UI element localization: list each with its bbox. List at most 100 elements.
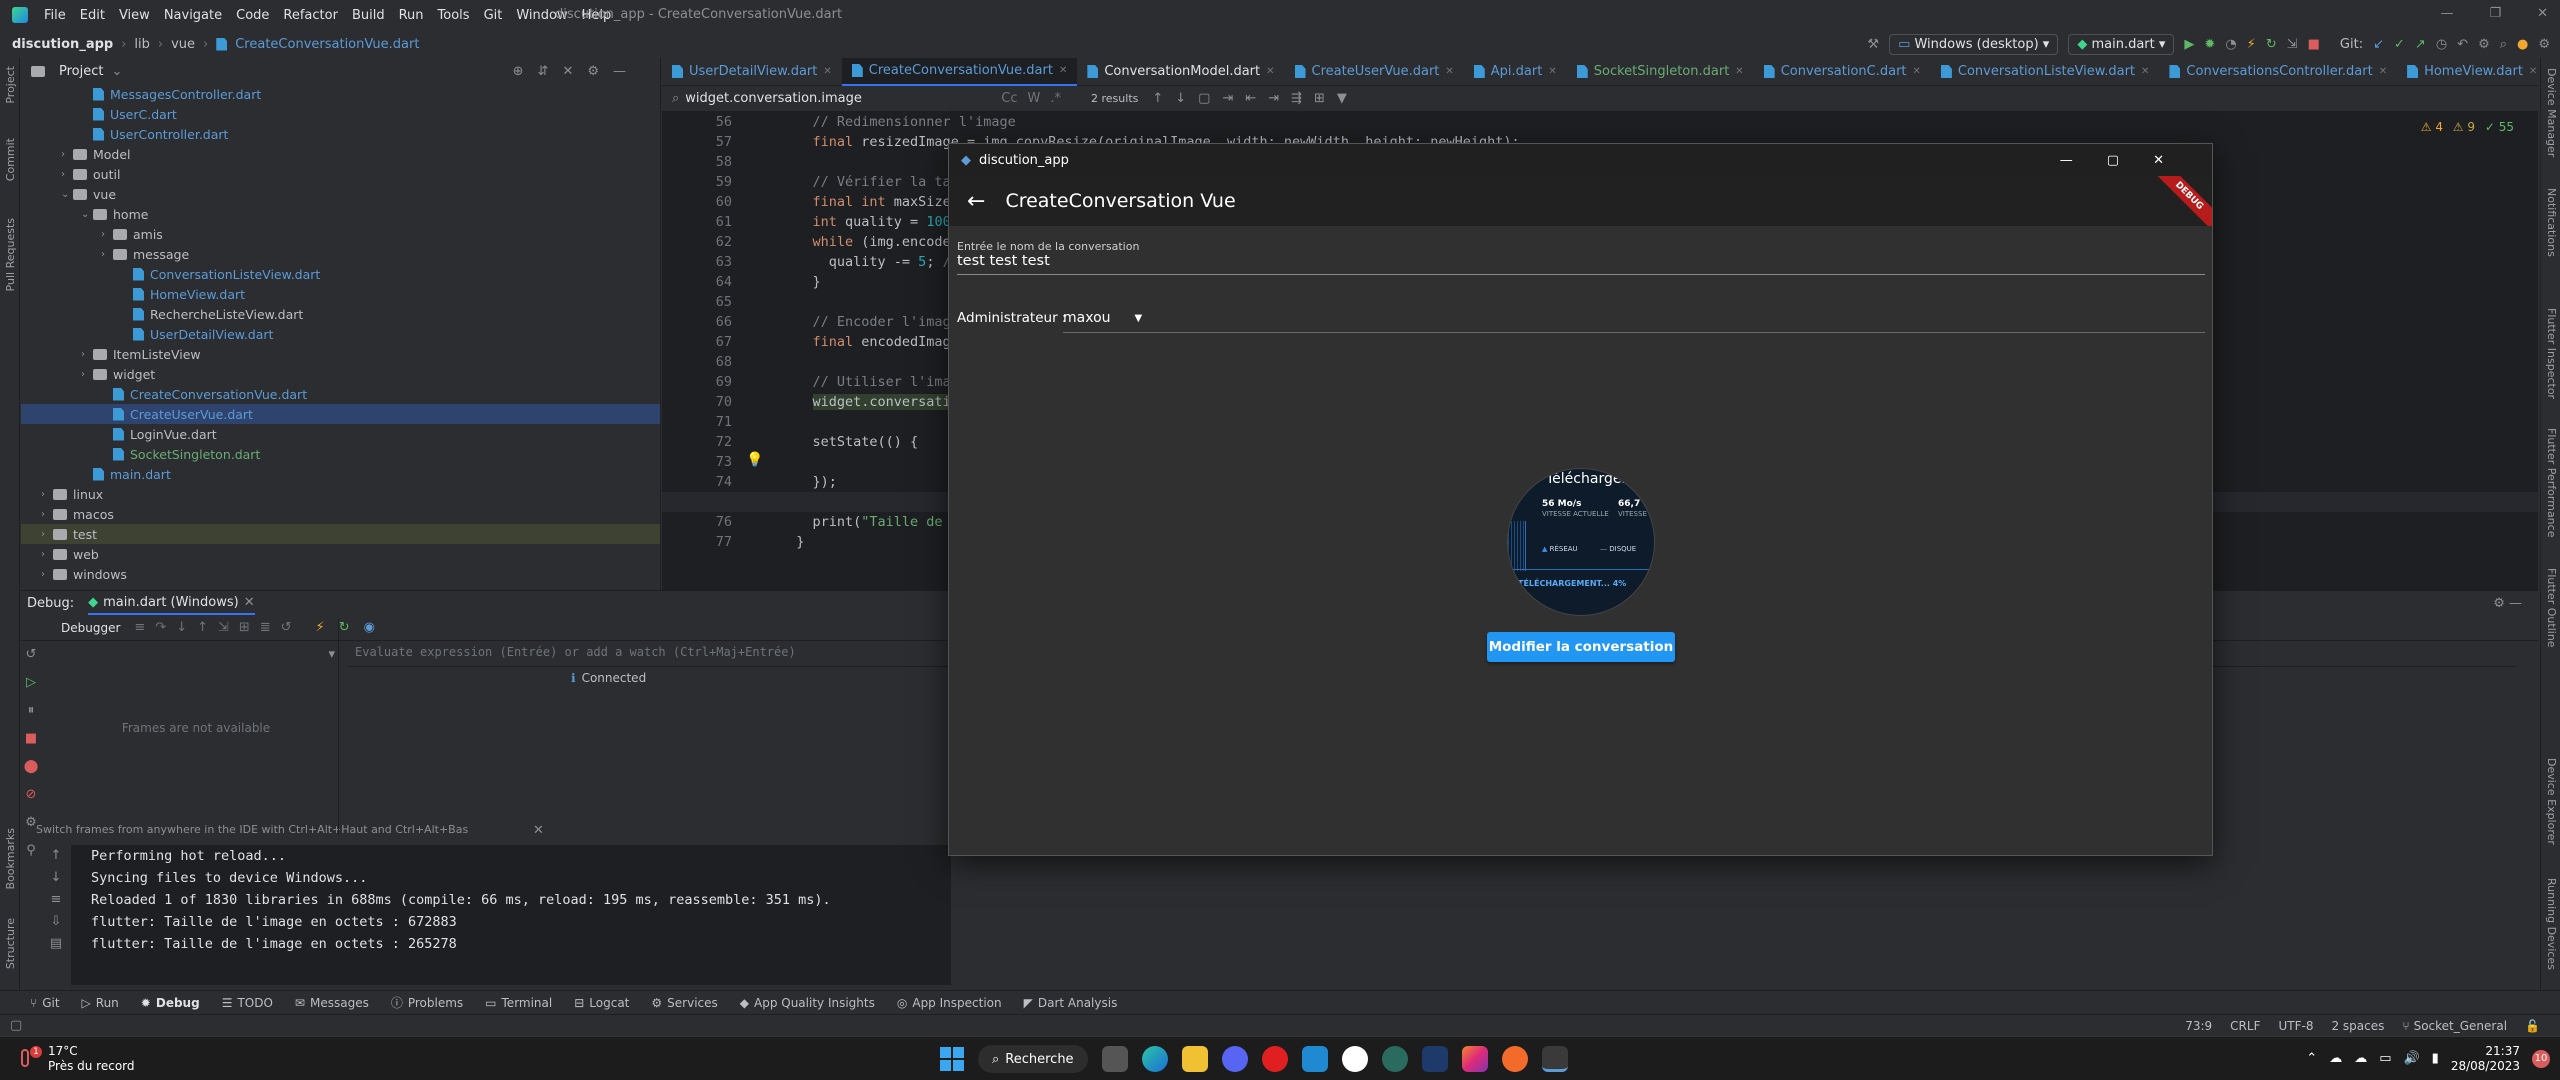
line-separator[interactable]: CRLF [2230, 1019, 2260, 1033]
chevron-right-icon[interactable]: › [41, 529, 53, 540]
menu-build[interactable]: Build [352, 8, 385, 23]
close-tab-icon[interactable]: ✕ [1059, 65, 1067, 76]
tree-file[interactable]: CreateConversationVue.dart [21, 384, 660, 404]
inspections-widget[interactable]: ⚠ 4 ⚠ 9 ✓ 55 [2421, 120, 2514, 134]
caret-position[interactable]: 73:9 [2185, 1019, 2212, 1033]
devtools-icon[interactable]: ◉ [364, 620, 375, 635]
commit-tool-button[interactable]: Commit [4, 138, 17, 181]
tree-folder[interactable]: › test [21, 524, 660, 544]
onedrive-icon[interactable]: ☁ [2329, 1051, 2342, 1066]
network-icon[interactable]: ▭ [2379, 1051, 2391, 1066]
chevron-right-icon[interactable]: › [81, 349, 93, 360]
breadcrumb-vue[interactable]: vue [171, 37, 195, 52]
chevron-down-icon[interactable]: ⌄ [111, 64, 122, 79]
problems-tool-button[interactable]: ⓘ Problems [391, 994, 463, 1011]
instagram-icon[interactable] [1462, 1046, 1488, 1072]
file-explorer-icon[interactable] [1182, 1046, 1208, 1072]
tree-folder[interactable]: › linux [21, 484, 660, 504]
back-arrow-icon[interactable]: ← [967, 189, 985, 214]
todo-tool-button[interactable]: ☰ TODO [222, 996, 273, 1010]
remote-desktop-icon[interactable] [1422, 1046, 1448, 1072]
close-icon[interactable]: ✕ [2153, 153, 2198, 168]
editor-tab[interactable]: UserDetailView.dart ✕ [662, 58, 842, 86]
chevron-right-icon[interactable]: › [101, 229, 113, 240]
tree-folder[interactable]: › windows [21, 564, 660, 584]
git-push-icon[interactable]: ↗ [2415, 37, 2426, 52]
chevron-right-icon[interactable]: › [61, 149, 73, 160]
onedrive-personal-icon[interactable]: ☁ [2354, 1051, 2367, 1066]
tree-folder[interactable]: ⌄ vue [21, 184, 660, 204]
terminal-tool-button[interactable]: ▭ Terminal [485, 996, 552, 1010]
tree-folder[interactable]: › Model [21, 144, 660, 164]
dart-analysis-tool-button[interactable]: ◤ Dart Analysis [1024, 996, 1118, 1010]
indent-setting[interactable]: 2 spaces [2331, 1019, 2384, 1033]
flutter-performance-tool-button[interactable]: Flutter Performance [2545, 428, 2558, 537]
running-devices-tool-button[interactable]: Running Devices [2545, 878, 2558, 970]
menu-run[interactable]: Run [399, 8, 424, 23]
chevron-right-icon[interactable]: › [101, 249, 113, 260]
menu-file[interactable]: File [44, 8, 66, 23]
step-controls[interactable]: ≡↷↓↑⇲⊞≣↺ [134, 620, 301, 635]
editor-tab[interactable]: Api.dart ✕ [1464, 58, 1567, 86]
console-side-actions[interactable]: ↑ ↓ ≡ ⇩ ▤ [41, 845, 71, 985]
panel-toggle-icon[interactable]: ▢ [10, 1018, 22, 1033]
notification-badge[interactable]: 10 [2532, 1049, 2550, 1068]
close-tab-icon[interactable]: ✕ [1548, 66, 1556, 77]
close-tab-icon[interactable]: ✕ [2529, 66, 2537, 77]
editor-tab[interactable]: SocketSingleton.dart ✕ [1567, 58, 1754, 86]
pull-requests-tool-button[interactable]: Pull Requests [4, 218, 17, 291]
project-title[interactable]: Project [59, 64, 103, 79]
chevron-right-icon[interactable]: › [41, 489, 53, 500]
tray-chevron-icon[interactable]: ⌃ [2306, 1051, 2317, 1066]
vscode-icon[interactable] [1302, 1046, 1328, 1072]
tree-folder[interactable]: › message [21, 244, 660, 264]
lightbulb-icon[interactable]: 💡 [746, 452, 763, 468]
editor-tab[interactable]: ConversationsController.dart ✕ [2159, 58, 2397, 86]
tree-file[interactable]: ConversationListeView.dart [21, 264, 660, 284]
close-tab-icon[interactable]: ✕ [1445, 66, 1453, 77]
close-tab-icon[interactable]: ✕ [823, 66, 831, 77]
editor-tab[interactable]: ConversationModel.dart ✕ [1077, 58, 1284, 86]
hot-reload-icon[interactable]: ⚡ [316, 620, 325, 635]
tree-folder[interactable]: ⌄ home [21, 204, 660, 224]
chevron-right-icon[interactable]: › [41, 509, 53, 520]
match-case-toggle[interactable]: Cc [1001, 91, 1017, 106]
run-icon[interactable]: ▶ [2184, 37, 2194, 52]
messages-tool-button[interactable]: ✉ Messages [295, 996, 369, 1010]
conversation-name-input[interactable]: test test test [957, 253, 2212, 269]
menu-refactor[interactable]: Refactor [283, 8, 338, 23]
debug-tool-button[interactable]: ✹ Debug [141, 996, 200, 1010]
close-icon[interactable]: ✕ [244, 595, 255, 610]
git-update-icon[interactable]: ↙ [2373, 37, 2384, 52]
hammer-icon[interactable]: ⚒ [1867, 37, 1879, 52]
debug-panel-settings[interactable]: ⚙ — [2493, 596, 2522, 611]
edge-icon[interactable] [1142, 1046, 1168, 1072]
git-history-icon[interactable]: ◷ [2436, 37, 2447, 52]
debugger-tab[interactable]: Debugger [61, 621, 120, 635]
close-tab-icon[interactable]: ✕ [1735, 66, 1743, 77]
search-everywhere-icon[interactable]: ⌕ [2500, 37, 2507, 52]
editor-tab[interactable]: HomeView.dart ✕ [2397, 58, 2547, 86]
device-explorer-tool-button[interactable]: Device Explorer [2545, 758, 2558, 845]
chevron-right-icon[interactable]: › [81, 369, 93, 380]
tree-file[interactable]: RechercheListeView.dart [21, 304, 660, 324]
debug-icon[interactable]: ✹ [2204, 37, 2215, 52]
chevron-down-icon[interactable]: ⌄ [61, 189, 73, 200]
admin-dropdown[interactable]: maxou ▼ [1063, 310, 1142, 326]
tree-file[interactable]: MessagesController.dart [21, 84, 660, 104]
git-commit-icon[interactable]: ✓ [2394, 37, 2405, 52]
run-tool-button[interactable]: ▷ Run [82, 996, 119, 1010]
chevron-right-icon[interactable]: › [41, 549, 53, 560]
find-nav-icons[interactable]: ↑↓▢⇥⇤⇥⇶⊞▼ [1152, 91, 1359, 106]
taskbar-search[interactable]: ⌕ Recherche [978, 1045, 1088, 1073]
tree-file[interactable]: LoginVue.dart [21, 424, 660, 444]
close-tab-icon[interactable]: ✕ [1266, 66, 1274, 77]
app-inspection-tool-button[interactable]: ◎ App Inspection [897, 996, 1002, 1010]
hot-restart-icon[interactable]: ↻ [339, 620, 350, 635]
windows-start-icon[interactable] [940, 1047, 964, 1071]
tree-file[interactable]: UserC.dart [21, 104, 660, 124]
editor-tab[interactable]: CreateConversationVue.dart ✕ [841, 57, 1078, 86]
hot-reload-icon[interactable]: ⚡ [2247, 37, 2256, 52]
tree-folder[interactable]: › widget [21, 364, 660, 384]
flutter-outline-tool-button[interactable]: Flutter Outline [2545, 568, 2558, 648]
